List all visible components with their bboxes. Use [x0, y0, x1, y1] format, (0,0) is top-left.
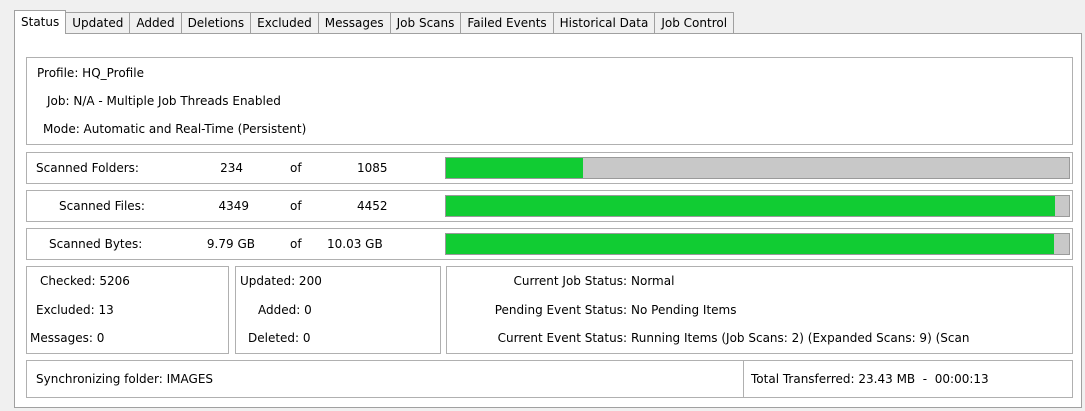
job-status-label: Current Job Status: [513, 274, 627, 288]
tab-messages[interactable]: Messages [318, 12, 391, 34]
job-line: Job: N/A - Multiple Job Threads Enabled [47, 94, 281, 108]
status-page: Profile: HQ_Profile Job: N/A - Multiple … [14, 33, 1082, 408]
scanned-bytes-label: Scanned Bytes: [49, 237, 143, 251]
tab-job-control[interactable]: Job Control [655, 12, 735, 34]
mode-line: Mode: Automatic and Real-Time (Persisten… [43, 122, 307, 136]
scanned-folders-of: of [290, 161, 302, 175]
scanned-bytes-of: of [290, 237, 302, 251]
footer-status-bar: Synchronizing folder: IMAGES Total Trans… [26, 360, 1073, 398]
scanned-bytes-current: 9.79 GB [206, 237, 255, 251]
scanned-files-total: 4452 [357, 199, 388, 213]
checked-counts-panel: Checked: 5206 Excluded: 13 Messages: 0 [26, 266, 229, 354]
tab-deletions[interactable]: Deletions [181, 12, 252, 34]
pending-status-label: Pending Event Status: [494, 303, 627, 317]
tab-updated[interactable]: Updated [66, 12, 131, 34]
scanned-bytes-progress-bar [445, 233, 1070, 255]
tab-status[interactable]: Status [14, 10, 67, 34]
scanned-folders-progress-fill [446, 158, 584, 178]
added-count: Added: 0 [258, 303, 312, 317]
scanned-files-current: 4349 [218, 199, 249, 213]
event-status-value: Running Items (Job Scans: 2) (Expanded S… [631, 331, 970, 345]
event-status-label: Current Event Status: [497, 331, 627, 345]
scanned-bytes-progress-fill [446, 234, 1055, 254]
scanned-bytes-total: 10.03 GB [327, 237, 383, 251]
tab-excluded[interactable]: Excluded [251, 12, 319, 34]
tab-strip: Status Updated Added Deletions Excluded … [14, 10, 735, 34]
scanned-bytes-row: Scanned Bytes: 9.79 GB of 10.03 GB [26, 228, 1073, 260]
footer-divider [743, 361, 744, 397]
tab-job-scans[interactable]: Job Scans [390, 12, 462, 34]
sync-folder-text: Synchronizing folder: IMAGES [36, 372, 214, 386]
deleted-count: Deleted: 0 [248, 331, 311, 345]
total-transferred-text: Total Transferred: 23.43 MB - 00:00:13 [751, 372, 989, 386]
scanned-files-row: Scanned Files: 4349 of 4452 [26, 190, 1073, 222]
profile-line: Profile: HQ_Profile [37, 66, 144, 80]
tab-historical-data[interactable]: Historical Data [553, 12, 656, 34]
profile-info-panel: Profile: HQ_Profile Job: N/A - Multiple … [26, 57, 1073, 145]
tab-failed-events[interactable]: Failed Events [461, 12, 554, 34]
scanned-folders-progress-bar [445, 157, 1070, 179]
updated-counts-panel: Updated: 200 Added: 0 Deleted: 0 [235, 266, 441, 354]
scanned-folders-total: 1085 [357, 161, 388, 175]
job-status-value: Normal [631, 274, 675, 288]
scanned-folders-label: Scanned Folders: [36, 161, 139, 175]
scanned-files-label: Scanned Files: [59, 199, 145, 213]
scanned-folders-row: Scanned Folders: 234 of 1085 [26, 152, 1073, 184]
event-status-panel: Current Job Status: Normal Pending Event… [446, 266, 1073, 354]
messages-count: Messages: 0 [30, 331, 105, 345]
pending-status-value: No Pending Items [631, 303, 737, 317]
tab-added[interactable]: Added [130, 12, 182, 34]
scanned-files-progress-bar [445, 195, 1070, 217]
checked-count: Checked: 5206 [40, 274, 130, 288]
excluded-count: Excluded: 13 [36, 303, 114, 317]
scanned-folders-current: 234 [220, 161, 243, 175]
scanned-files-progress-fill [446, 196, 1055, 216]
updated-count: Updated: 200 [240, 274, 322, 288]
scanned-files-of: of [290, 199, 302, 213]
